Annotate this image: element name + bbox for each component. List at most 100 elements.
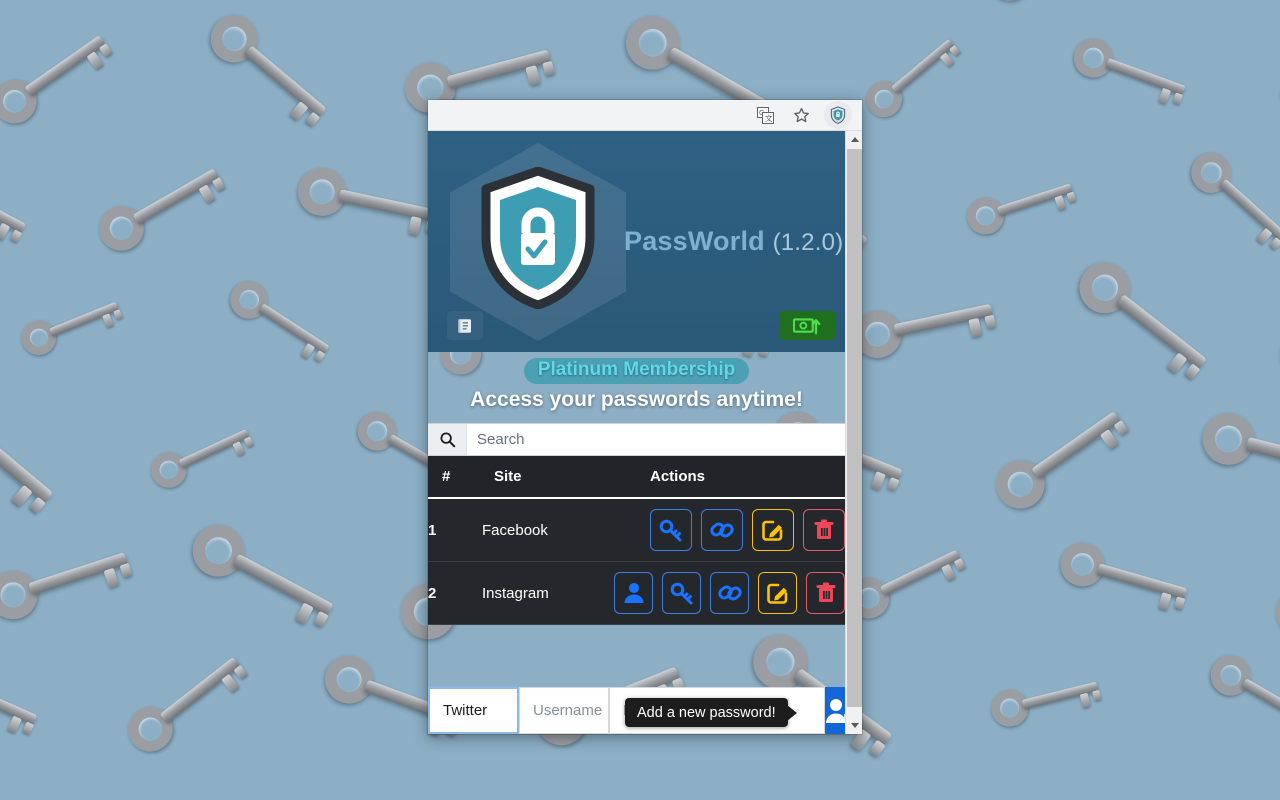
banner-tagline: Access your passwords anytime! (470, 388, 803, 411)
row-number: 2 (428, 584, 437, 602)
decorative-key (962, 167, 1087, 240)
copy-password-button[interactable] (650, 509, 692, 551)
table-row: 2 Instagram (428, 561, 845, 625)
passworld-extension-icon[interactable] (824, 101, 852, 129)
decorative-key (16, 286, 133, 361)
open-site-button[interactable] (701, 509, 743, 551)
copy-password-button[interactable] (662, 572, 701, 614)
link-icon (717, 580, 743, 606)
key-icon (658, 517, 684, 543)
translate-icon[interactable]: G 文 (752, 102, 778, 128)
app-name: PassWorld (624, 226, 765, 256)
key-icon (669, 580, 695, 606)
bookmark-star-icon[interactable] (788, 102, 814, 128)
trash-icon (813, 580, 839, 606)
chevron-up-icon (850, 137, 859, 142)
table-header-row: # Site Actions (428, 456, 845, 499)
decorative-key (841, 531, 978, 626)
scroll-down-arrow[interactable] (846, 717, 862, 734)
decorative-key (223, 273, 347, 373)
decorative-key (986, 388, 1144, 518)
action-button-group (614, 509, 845, 551)
passwords-table: # Site Actions 1 Facebook 2 Instagram (428, 456, 845, 625)
passwords-table-container: # Site Actions 1 Facebook 2 Instagram (428, 456, 845, 625)
row-number: 1 (428, 521, 437, 539)
decorative-key (1197, 407, 1280, 499)
edit-pencil-icon (760, 517, 786, 543)
decorative-key (0, 377, 78, 528)
edit-entry-button[interactable] (752, 509, 794, 551)
decorative-key (977, 0, 1132, 9)
browser-toolbar: G 文 (428, 100, 862, 131)
address-book-button[interactable] (447, 311, 483, 340)
action-button-group (614, 572, 845, 614)
add-password-button[interactable] (825, 687, 845, 734)
edit-entry-button[interactable] (758, 572, 797, 614)
add-password-form: Add a new password! (428, 687, 845, 734)
table-header: # Site Actions (428, 456, 845, 499)
link-icon (709, 517, 735, 543)
membership-banner: Platinum Membership Access your password… (428, 352, 845, 423)
chevron-down-icon (850, 723, 859, 728)
decorative-key (1273, 25, 1280, 122)
popup-content-area: PassWorld (1.2.0) Platinum Membership Ac… (428, 131, 862, 734)
shield-lock-check-icon (481, 167, 595, 309)
delete-entry-button[interactable] (806, 572, 845, 614)
row-actions (614, 562, 845, 625)
decorative-key (183, 515, 357, 640)
decorative-key (118, 636, 261, 761)
row-site-name: Facebook (482, 521, 548, 539)
user-plus-icon (826, 698, 845, 723)
site-field[interactable] (428, 687, 519, 734)
copy-username-button[interactable] (614, 572, 653, 614)
row-site-name: Instagram (482, 584, 549, 602)
search-icon (428, 424, 467, 455)
popup-scrollbar[interactable] (845, 131, 862, 734)
column-header-number: # (428, 456, 482, 499)
edit-pencil-icon (765, 580, 791, 606)
decorative-key (201, 5, 348, 140)
scroll-up-arrow[interactable] (846, 131, 862, 148)
decorative-key (0, 14, 126, 132)
app-header: PassWorld (1.2.0) (428, 131, 845, 352)
address-book-icon (458, 318, 471, 333)
money-bill-up-icon (793, 317, 821, 335)
column-header-site: Site (482, 456, 614, 499)
trash-icon (811, 517, 837, 543)
status-badge: Platinum Membership (523, 358, 750, 384)
username-field[interactable] (519, 687, 609, 734)
search-input[interactable] (467, 424, 845, 455)
decorative-key (1183, 144, 1280, 261)
scrollbar-thumb[interactable] (847, 149, 862, 707)
column-header-actions: Actions (614, 456, 845, 499)
decorative-key (0, 652, 55, 745)
table-body: 1 Facebook 2 Instagram (428, 498, 845, 625)
decorative-key (1069, 252, 1230, 393)
decorative-key (987, 666, 1112, 731)
open-site-button[interactable] (710, 572, 749, 614)
decorative-key (90, 147, 239, 259)
user-icon (621, 580, 647, 606)
app-version: (1.2.0) (772, 229, 844, 256)
add-password-tooltip: Add a new password! (625, 698, 788, 727)
decorative-key (0, 531, 147, 626)
page-title: PassWorld (1.2.0) (624, 226, 843, 257)
extension-popup-window: G 文 PassWorld (1.2.0) Platinum Membershi… (428, 100, 862, 734)
table-row: 1 Facebook (428, 498, 845, 562)
row-actions (614, 498, 845, 562)
delete-entry-button[interactable] (803, 509, 845, 551)
decorative-key (849, 284, 1011, 363)
decorative-key (1068, 32, 1201, 113)
table-spacer (428, 625, 845, 661)
passworld-page: PassWorld (1.2.0) Platinum Membership Ac… (428, 131, 845, 734)
decorative-key (1055, 537, 1204, 618)
decorative-key (858, 22, 972, 125)
decorative-key (1203, 648, 1280, 748)
donate-button[interactable] (779, 311, 835, 340)
decorative-key (145, 413, 265, 494)
search-bar (428, 423, 845, 456)
svg-text:文: 文 (765, 113, 773, 123)
decorative-key (0, 153, 44, 253)
decorative-key (1270, 256, 1280, 391)
decorative-key (1266, 511, 1280, 646)
